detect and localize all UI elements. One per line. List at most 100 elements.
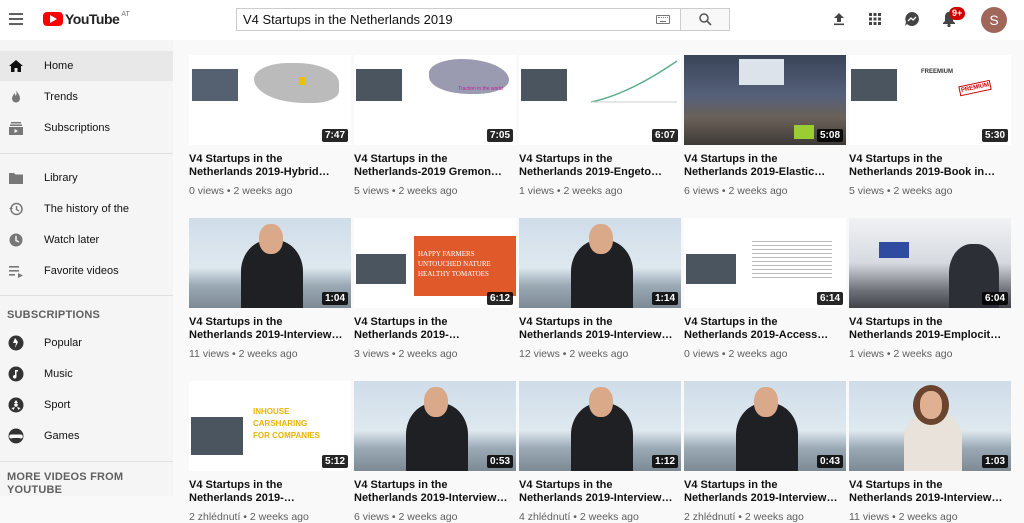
video-thumbnail[interactable]: HAPPY FARMERS UNTOUCHED NATURE HEALTHY TOM… <box>354 218 516 308</box>
slide-line-2: UNTOUCHED NATURE <box>418 260 491 268</box>
slide-line-1: INHOUSE <box>253 407 290 416</box>
video-age: 2 weeks ago <box>569 348 629 360</box>
video-title-line-1: V4 Startups in the <box>849 153 943 165</box>
video-title-line-1: V4 Startups in the <box>354 153 448 165</box>
video-title[interactable]: V4 Startups in the Netherlands 2019-Inter… <box>684 479 846 504</box>
sidebar-item-subscriptions[interactable]: Subscriptions <box>0 113 173 143</box>
sport-icon <box>8 397 24 413</box>
video-age: 2 weeks ago <box>898 511 958 523</box>
yellow-marker <box>299 77 305 85</box>
video-title[interactable]: V4 Startups in the Netherlands 2019-Hybri… <box>189 153 351 178</box>
video-thumbnail[interactable]: 1:03 <box>849 381 1011 471</box>
video-thumbnail[interactable]: 1:12 <box>519 381 681 471</box>
video-thumbnail[interactable]: 1:04 <box>189 218 351 308</box>
sidebar: Home Trends Subscriptions Library The hi… <box>0 40 173 496</box>
video-duration: 1:03 <box>981 455 1008 468</box>
video-meta: 6 views • 2 weeks ago <box>684 185 788 197</box>
video-duration: 6:07 <box>651 129 678 142</box>
video-age: 2 weeks ago <box>744 511 804 523</box>
sidebar-item-history[interactable]: The history of the <box>0 194 173 224</box>
video-thumbnail[interactable]: 1:14 <box>519 218 681 308</box>
sidebar-item-label: Games <box>44 430 80 442</box>
video-title[interactable]: V4 Startups in the Netherlands 2019-Inter… <box>519 479 681 504</box>
speaker-video-inset <box>521 69 567 101</box>
video-thumbnail[interactable]: FREEMIUM PREMIUM 5:30 <box>849 55 1011 145</box>
search-button[interactable] <box>680 8 730 31</box>
video-thumbnail[interactable]: 6:07 <box>519 55 681 145</box>
video-title[interactable]: V4 Startups in the Netherlands 2019-Inter… <box>189 316 351 341</box>
video-views: 11 views <box>849 511 890 523</box>
video-thumbnail[interactable]: 7:47 <box>189 55 351 145</box>
video-thumbnail[interactable]: 0:53 <box>354 381 516 471</box>
video-title[interactable]: V4 Startups in the Netherlands 2019-Enget… <box>519 153 681 178</box>
hamburger-menu-icon[interactable] <box>9 13 23 25</box>
video-thumbnail[interactable]: 6:04 <box>849 218 1011 308</box>
slide-line-3: FOR COMPANIES <box>253 431 320 440</box>
youtube-logo[interactable]: YouTube AT <box>43 11 130 27</box>
video-title-line-2: Netherlands 2019-Access… <box>684 328 829 341</box>
video-thumbnail[interactable]: INHOUSE CARSHARING FOR COMPANIES 5:12 <box>189 381 351 471</box>
video-title-line-1: V4 Startups in the <box>684 316 778 328</box>
video-age: 2 weeks ago <box>579 511 639 523</box>
video-title-line-1: V4 Startups in the <box>519 316 613 328</box>
keyboard-icon[interactable] <box>656 15 670 24</box>
sidebar-item-games[interactable]: Games <box>0 421 173 451</box>
sidebar-item-home[interactable]: Home <box>0 51 173 81</box>
sidebar-divider <box>0 461 173 462</box>
video-title-line-2: Netherlands 2019-Elastic… <box>684 165 826 178</box>
sidebar-item-music[interactable]: Music <box>0 359 173 389</box>
video-views: 5 views <box>354 185 390 197</box>
meta-separator: • <box>719 348 729 360</box>
video-title[interactable]: V4 Startups in the Netherlands 2019-Acces… <box>684 316 846 341</box>
video-thumbnail[interactable]: 5:08 <box>684 55 846 145</box>
video-duration: 7:47 <box>321 129 348 142</box>
video-age: 2 weeks ago <box>893 348 953 360</box>
sidebar-item-watch-later[interactable]: Watch later <box>0 225 173 255</box>
sidebar-item-trends[interactable]: Trends <box>0 82 173 112</box>
video-thumbnail[interactable]: 0:43 <box>684 381 846 471</box>
sidebar-item-favorite-videos[interactable]: Favorite videos <box>0 256 173 286</box>
video-title[interactable]: V4 Startups in the Netherlands 2019-Elast… <box>684 153 846 178</box>
sidebar-item-popular[interactable]: Popular <box>0 328 173 358</box>
messages-icon[interactable] <box>903 10 921 28</box>
video-meta: 2 zhlédnutí • 2 weeks ago <box>684 511 804 523</box>
meta-separator: • <box>735 511 745 523</box>
sidebar-item-label: The history of the <box>44 203 129 215</box>
video-title[interactable]: V4 Startups in the Netherlands 2019-Inter… <box>354 479 516 504</box>
slide-line-3: HEALTHY TOMATOES <box>418 270 489 278</box>
speaker-video-inset <box>851 69 897 101</box>
video-views: 2 zhlédnutí <box>189 511 241 523</box>
apps-grid-icon[interactable] <box>866 10 884 28</box>
video-title[interactable]: V4 Startups in the Netherlands 2019-Inter… <box>849 479 1011 504</box>
video-title[interactable]: V4 Startups in the Netherlands-2019 Gremo… <box>354 153 516 178</box>
video-title[interactable]: V4 Startups in the Netherlands 2019-Emplo… <box>849 316 1011 341</box>
meta-separator: • <box>719 185 729 197</box>
video-duration: 1:04 <box>321 292 348 305</box>
video-title-line-2: Netherlands 2019-Interview… <box>849 491 1003 504</box>
sidebar-item-library[interactable]: Library <box>0 163 173 193</box>
video-age: 2 weeks ago <box>728 185 788 197</box>
video-views: 0 views <box>189 185 225 197</box>
video-title-line-2: Netherlands 2019-Hybrid… <box>189 165 330 178</box>
video-duration: 6:12 <box>486 292 513 305</box>
video-title[interactable]: V4 Startups in the Netherlands 2019-… <box>189 479 351 504</box>
video-duration: 5:12 <box>321 455 348 468</box>
upload-icon[interactable] <box>830 10 848 28</box>
video-thumbnail[interactable]: 6:14 <box>684 218 846 308</box>
video-title-line-1: V4 Startups in the <box>519 479 613 491</box>
sidebar-item-sport[interactable]: Sport <box>0 390 173 420</box>
meta-separator: • <box>240 511 250 523</box>
video-meta: 0 views • 2 weeks ago <box>189 185 293 197</box>
more-videos-heading-youtube: YOUTUBE <box>7 484 63 496</box>
slide-line-1: HAPPY FARMERS <box>418 250 475 258</box>
games-icon <box>8 428 24 444</box>
video-title[interactable]: V4 Startups in the Netherlands 2019-Inter… <box>519 316 681 341</box>
video-title-line-1: V4 Startups in the <box>189 316 283 328</box>
video-title[interactable]: V4 Startups in the Netherlands 2019-… <box>354 316 516 341</box>
video-views: 2 zhlédnutí <box>684 511 736 523</box>
logo-text: YouTube <box>65 11 120 27</box>
video-title[interactable]: V4 Startups in the Netherlands 2019-Book … <box>849 153 1011 178</box>
video-thumbnail[interactable]: Traction in the world 7:05 <box>354 55 516 145</box>
avatar[interactable]: S <box>981 7 1007 33</box>
search-input[interactable] <box>236 8 680 31</box>
